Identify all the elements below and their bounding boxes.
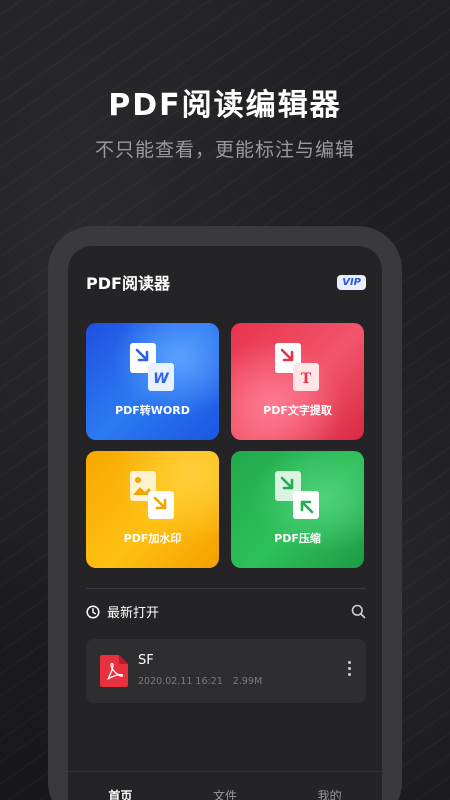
tool-label: PDF压缩 — [274, 532, 321, 545]
more-options-icon[interactable] — [346, 661, 352, 679]
bottom-tab-bar: 首页 文件 我的 — [68, 771, 382, 800]
tab-mine[interactable]: 我的 — [277, 772, 382, 800]
tab-label: 首页 — [108, 789, 133, 800]
promo-subtitle: 不只能查看，更能标注与编辑 — [94, 139, 355, 161]
tab-files[interactable]: 文件 — [173, 772, 278, 800]
tool-pdf-to-word[interactable]: W PDF转WORD — [86, 323, 219, 440]
tool-label: PDF文字提取 — [263, 404, 332, 417]
watermark-icon — [130, 471, 174, 519]
file-meta: 2020.02.11 16:21 2.99M — [138, 676, 262, 687]
tab-label: 文件 — [213, 789, 238, 800]
file-date: 2020.02.11 16:21 — [138, 676, 223, 687]
phone-frame: PDF阅读器 VIP W PDF转WORD T PDF文字提取 PDF加水印 P… — [48, 226, 402, 800]
promo-title: PDF阅读编辑器 — [108, 88, 342, 123]
recent-title: 最新打开 — [107, 606, 160, 621]
tab-label: 我的 — [317, 789, 342, 800]
app-screen: PDF阅读器 VIP W PDF转WORD T PDF文字提取 PDF加水印 P… — [68, 246, 382, 800]
recent-header: 最新打开 — [86, 602, 366, 621]
compress-icon — [275, 471, 319, 519]
clock-icon — [86, 604, 100, 619]
svg-text:W: W — [153, 371, 169, 387]
tool-watermark[interactable]: PDF加水印 — [86, 451, 219, 568]
svg-text:T: T — [301, 371, 312, 387]
app-title: PDF阅读器 — [86, 274, 170, 293]
text-extract-icon: T — [275, 343, 319, 391]
pdf-file-icon — [100, 655, 128, 687]
vip-badge[interactable]: VIP — [337, 274, 366, 290]
search-icon[interactable] — [351, 604, 366, 619]
app-header: PDF阅读器 VIP — [86, 270, 366, 294]
tool-label: PDF加水印 — [123, 532, 182, 545]
file-size: 2.99M — [232, 676, 263, 687]
file-name: SF — [138, 653, 154, 668]
pdf-to-word-icon: W — [130, 343, 174, 391]
section-divider — [86, 588, 366, 589]
tool-label: PDF转WORD — [115, 404, 190, 417]
tool-compress[interactable]: PDF压缩 — [231, 451, 364, 568]
tool-text-extract[interactable]: T PDF文字提取 — [231, 323, 364, 440]
tab-home[interactable]: 首页 — [68, 772, 173, 800]
recent-file-item[interactable]: SF 2020.02.11 16:21 2.99M — [86, 639, 366, 703]
